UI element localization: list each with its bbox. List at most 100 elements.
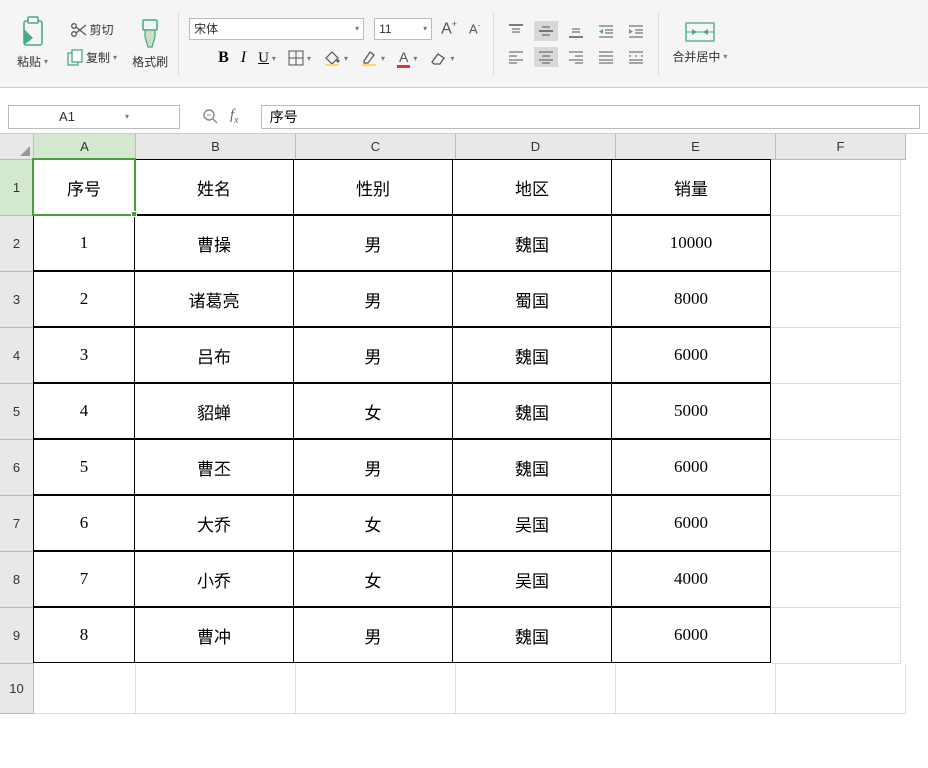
cell[interactable]: 吴国 xyxy=(452,551,612,607)
cell[interactable] xyxy=(771,496,901,552)
cell[interactable]: 小乔 xyxy=(134,551,294,607)
distribute-button[interactable] xyxy=(624,47,648,67)
eraser-button[interactable]: ▾ xyxy=(426,48,457,68)
cell[interactable]: 姓名 xyxy=(134,159,294,215)
column-header[interactable]: F xyxy=(776,134,906,160)
cell[interactable]: 4 xyxy=(33,383,135,439)
merge-center-button[interactable]: 合并居中▾ xyxy=(669,46,730,67)
row-header[interactable]: 7 xyxy=(0,496,34,552)
cell[interactable] xyxy=(296,664,456,714)
cell[interactable]: 男 xyxy=(293,607,453,663)
format-painter-button[interactable]: 格式刷 xyxy=(132,53,168,70)
cell[interactable]: 地区 xyxy=(452,159,612,215)
cell[interactable] xyxy=(771,384,901,440)
cell[interactable]: 6000 xyxy=(611,327,771,383)
cell[interactable] xyxy=(616,664,776,714)
cell[interactable]: 曹丕 xyxy=(134,439,294,495)
cell[interactable]: 诸葛亮 xyxy=(134,271,294,327)
row-header[interactable]: 1 xyxy=(0,160,34,216)
column-header[interactable]: E xyxy=(616,134,776,160)
cell[interactable]: 6 xyxy=(33,495,135,551)
fill-handle[interactable] xyxy=(131,211,137,217)
cell[interactable]: 魏国 xyxy=(452,383,612,439)
justify-button[interactable] xyxy=(594,47,618,67)
borders-button[interactable]: ▾ xyxy=(285,48,314,68)
cell[interactable]: 8000 xyxy=(611,271,771,327)
row-header[interactable]: 3 xyxy=(0,272,34,328)
row-header[interactable]: 4 xyxy=(0,328,34,384)
cell[interactable] xyxy=(771,160,901,216)
row-header[interactable]: 10 xyxy=(0,664,34,714)
cell[interactable]: 6000 xyxy=(611,439,771,495)
paste-button[interactable]: 粘贴▾ xyxy=(14,51,51,72)
cell[interactable]: 10000 xyxy=(611,215,771,271)
bold-button[interactable]: B xyxy=(215,47,232,69)
cell[interactable] xyxy=(771,552,901,608)
fill-color-button[interactable]: ▾ xyxy=(320,48,351,68)
cell[interactable]: 大乔 xyxy=(134,495,294,551)
cell[interactable]: 5000 xyxy=(611,383,771,439)
cell[interactable] xyxy=(771,440,901,496)
cell[interactable] xyxy=(456,664,616,714)
column-header[interactable]: D xyxy=(456,134,616,160)
cell[interactable]: 6000 xyxy=(611,495,771,551)
cell[interactable]: 男 xyxy=(293,327,453,383)
cell[interactable]: 吕布 xyxy=(134,327,294,383)
underline-button[interactable]: U▾ xyxy=(255,48,279,69)
clipboard-icon[interactable] xyxy=(19,15,47,49)
column-header[interactable]: C xyxy=(296,134,456,160)
cell[interactable]: 2 xyxy=(33,271,135,327)
cell[interactable]: 女 xyxy=(293,383,453,439)
cell[interactable]: 魏国 xyxy=(452,607,612,663)
cell[interactable]: 男 xyxy=(293,271,453,327)
cell[interactable]: 3 xyxy=(33,327,135,383)
increase-font-button[interactable]: A+ xyxy=(438,17,460,40)
cut-button[interactable]: 剪切 xyxy=(67,19,117,41)
cell[interactable] xyxy=(771,272,901,328)
highlight-button[interactable]: ▾ xyxy=(357,48,388,68)
decrease-indent-button[interactable] xyxy=(594,21,618,41)
search-icon[interactable] xyxy=(202,108,220,126)
cell[interactable]: 4000 xyxy=(611,551,771,607)
cell[interactable]: 男 xyxy=(293,215,453,271)
select-all-corner[interactable] xyxy=(0,134,34,160)
cell[interactable]: 貂蝉 xyxy=(134,383,294,439)
align-center-button[interactable] xyxy=(534,47,558,67)
font-size-select[interactable]: 11▾ xyxy=(374,18,432,40)
cell[interactable] xyxy=(771,216,901,272)
align-top-button[interactable] xyxy=(504,21,528,41)
row-header[interactable]: 8 xyxy=(0,552,34,608)
row-header[interactable]: 6 xyxy=(0,440,34,496)
merge-icon[interactable] xyxy=(684,20,716,44)
cell[interactable]: 男 xyxy=(293,439,453,495)
cell[interactable] xyxy=(771,608,901,664)
cell[interactable]: 魏国 xyxy=(452,327,612,383)
font-name-select[interactable]: 宋体▾ xyxy=(189,18,364,40)
cell[interactable]: 曹冲 xyxy=(134,607,294,663)
italic-button[interactable]: I xyxy=(238,47,249,69)
cell[interactable]: 序号 xyxy=(33,159,135,215)
align-right-button[interactable] xyxy=(564,47,588,67)
cell[interactable] xyxy=(136,664,296,714)
cell[interactable]: 5 xyxy=(33,439,135,495)
cell[interactable]: 1 xyxy=(33,215,135,271)
row-header[interactable]: 5 xyxy=(0,384,34,440)
cell[interactable]: 魏国 xyxy=(452,439,612,495)
cell[interactable]: 魏国 xyxy=(452,215,612,271)
cell[interactable] xyxy=(771,328,901,384)
font-color-button[interactable]: A ▾ xyxy=(394,47,420,70)
cell[interactable] xyxy=(34,664,136,714)
name-box[interactable]: A1 ▾ xyxy=(8,105,180,129)
formula-input[interactable]: 序号 xyxy=(261,105,920,129)
row-header[interactable]: 9 xyxy=(0,608,34,664)
cell[interactable]: 6000 xyxy=(611,607,771,663)
cell[interactable]: 女 xyxy=(293,551,453,607)
cell[interactable]: 曹操 xyxy=(134,215,294,271)
decrease-font-button[interactable]: A- xyxy=(466,19,483,38)
brush-icon[interactable] xyxy=(137,17,163,51)
align-bottom-button[interactable] xyxy=(564,21,588,41)
column-header[interactable]: A xyxy=(34,134,136,160)
increase-indent-button[interactable] xyxy=(624,21,648,41)
column-header[interactable]: B xyxy=(136,134,296,160)
fx-icon[interactable]: fx xyxy=(230,107,239,126)
